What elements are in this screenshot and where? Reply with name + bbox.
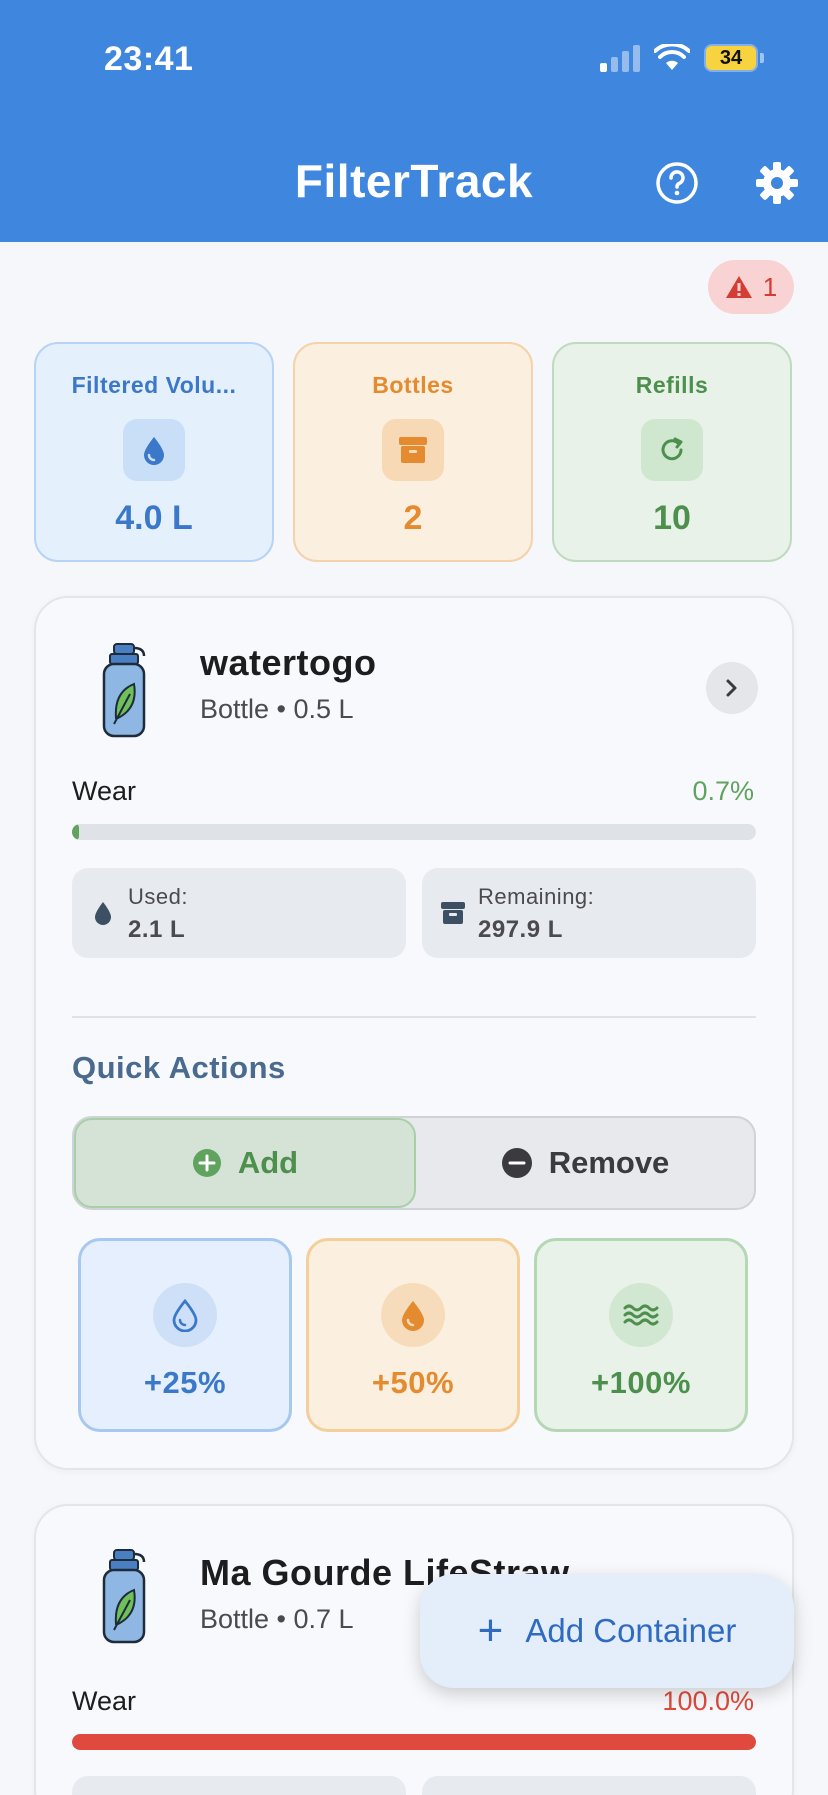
status-indicators: 34 — [600, 44, 764, 72]
refresh-icon — [641, 419, 703, 481]
stat-card-filtered-volume: Filtered Volu... 4.0 L — [34, 342, 274, 562]
quick-add-label: +50% — [371, 1365, 455, 1400]
plus-icon: + — [477, 1606, 504, 1655]
stat-card-refills: Refills 10 — [552, 342, 792, 562]
stat-label: Refills — [635, 372, 709, 398]
container-name: watertogo — [200, 642, 377, 683]
remaining-box: Remaining: 297.9 L — [422, 868, 756, 958]
container-card-watertogo[interactable]: watertogo Bottle • 0.5 L Wear 0.7% Used:… — [34, 596, 794, 1470]
add-container-label: Add Container — [525, 1612, 737, 1649]
bottle-leaf-icon — [102, 1549, 146, 1644]
used-label: Used: — [128, 884, 188, 909]
add-container-button[interactable]: + Add Container — [420, 1574, 794, 1688]
app-header: 23:41 34 FilterTrack — [0, 0, 828, 242]
cellular-signal-icon — [600, 44, 640, 72]
add-label: Add — [237, 1145, 299, 1180]
quick-add-100-button[interactable]: +100% — [534, 1238, 748, 1432]
water-drop-icon — [123, 419, 185, 481]
water-drop-outline-icon — [153, 1283, 217, 1347]
quick-add-label: +25% — [143, 1365, 227, 1400]
water-drop-icon — [95, 902, 111, 925]
archive-box-icon — [382, 419, 444, 481]
stat-value: 10 — [653, 499, 691, 537]
battery-icon: 34 — [704, 44, 764, 72]
wear-value: 100.0% — [662, 1686, 754, 1716]
wear-progress-fill — [72, 1734, 756, 1750]
remove-label: Remove — [548, 1145, 670, 1180]
remaining-box — [422, 1776, 756, 1795]
stat-label: Filtered Volu... — [71, 372, 237, 398]
help-icon[interactable] — [654, 160, 700, 206]
divider — [72, 1016, 756, 1018]
stat-card-bottles: Bottles 2 — [293, 342, 533, 562]
open-container-button[interactable] — [706, 662, 758, 714]
wear-label: Wear — [72, 776, 137, 806]
remaining-value: 297.9 L — [478, 916, 563, 943]
container-subtitle: Bottle • 0.5 L — [200, 694, 354, 724]
used-box: Used: 2.1 L — [72, 868, 406, 958]
stat-value: 2 — [403, 499, 423, 537]
used-box — [72, 1776, 406, 1795]
used-value: 2.1 L — [128, 916, 186, 943]
remaining-label: Remaining: — [478, 884, 595, 909]
wifi-icon — [654, 44, 690, 70]
container-subtitle: Bottle • 0.7 L — [200, 1604, 354, 1634]
minus-circle-icon — [501, 1148, 532, 1178]
wear-progress-fill — [72, 824, 79, 840]
archive-box-icon — [441, 902, 465, 924]
stat-label: Bottles — [372, 372, 454, 398]
wear-value: 0.7% — [692, 776, 754, 806]
wear-progress-bar — [72, 1734, 756, 1750]
page-title: FilterTrack — [294, 155, 534, 207]
gear-icon[interactable] — [754, 160, 800, 206]
bottle-leaf-icon — [102, 643, 146, 738]
quick-add-25-button[interactable]: +25% — [78, 1238, 292, 1432]
quick-add-label: +100% — [591, 1365, 691, 1400]
alert-count: 1 — [762, 271, 778, 302]
chevron-right-icon — [726, 679, 737, 697]
quick-actions-title: Quick Actions — [72, 1050, 286, 1085]
wear-progress-bar — [72, 824, 756, 840]
quick-add-50-button[interactable]: +50% — [306, 1238, 520, 1432]
warning-icon — [725, 276, 752, 298]
plus-circle-icon — [192, 1149, 221, 1177]
battery-level: 34 — [719, 46, 743, 69]
water-drop-icon — [381, 1283, 445, 1347]
remove-mode-button[interactable]: Remove — [416, 1118, 754, 1208]
stat-value: 4.0 L — [115, 499, 193, 537]
add-mode-button[interactable]: Add — [74, 1118, 416, 1208]
add-remove-toggle: Add Remove — [72, 1116, 756, 1210]
alert-badge[interactable]: 1 — [708, 260, 794, 314]
status-time: 23:41 — [104, 40, 194, 78]
wear-label: Wear — [72, 1686, 137, 1716]
water-waves-icon — [609, 1283, 673, 1347]
